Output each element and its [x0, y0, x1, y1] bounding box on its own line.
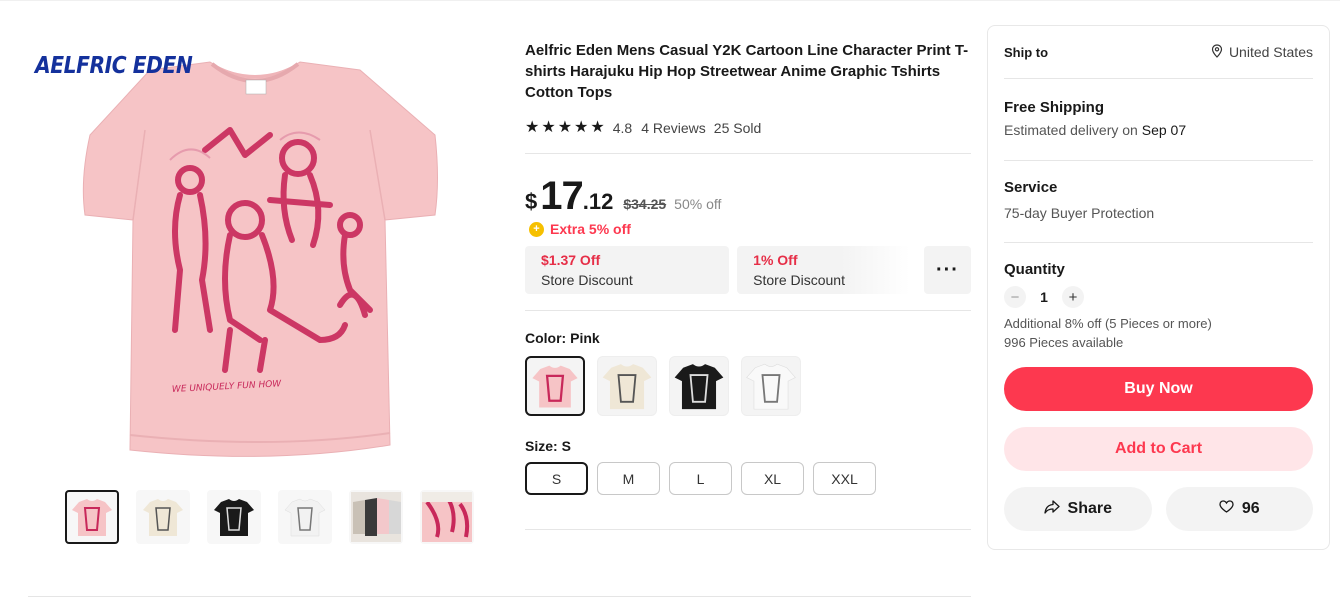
rating-stars: ★ ★ ★ ★ ★ — [525, 120, 605, 136]
ship-to-label: Ship to — [1004, 44, 1049, 60]
coupon-amount: $1.37 Off — [541, 252, 601, 268]
quantity-stepper: − 1 + — [1004, 286, 1313, 308]
size-option-m[interactable]: M — [597, 462, 660, 495]
quantity-value: 1 — [1040, 289, 1048, 305]
wishlist-button[interactable]: 96 — [1165, 487, 1313, 531]
size-option-xl[interactable]: XL — [741, 462, 804, 495]
reviews-link[interactable]: 4 Reviews — [641, 120, 706, 136]
star-icon: ★ — [574, 119, 589, 136]
thumbnail-detail[interactable] — [420, 490, 474, 544]
color-swatch-cream[interactable] — [597, 356, 657, 416]
brand-logo: AELFRIC EDEN — [35, 53, 193, 79]
shipping-section: Free Shipping Estimated delivery on Sep … — [1004, 79, 1313, 160]
location-pin-icon — [1211, 43, 1223, 61]
service-value: 75-day Buyer Protection — [1004, 205, 1155, 221]
bulk-discount-note: Additional 8% off (5 Pieces or more) — [1004, 316, 1212, 331]
bottom-divider — [28, 596, 971, 597]
more-coupons-button[interactable]: ··· — [923, 246, 971, 294]
service-section: Service 75-day Buyer Protection — [1004, 161, 1313, 242]
star-icon: ★ — [525, 119, 540, 136]
delivery-date: Sep 07 — [1141, 122, 1187, 138]
heart-icon — [1219, 500, 1234, 518]
ship-to-country: United States — [1228, 44, 1313, 60]
free-shipping-title: Free Shipping — [1004, 99, 1105, 116]
price-row: $ 17 .12 $34.25 50% off — [525, 174, 971, 219]
ship-to-location[interactable]: United States — [1211, 43, 1313, 61]
thumbnail-white[interactable] — [278, 490, 332, 544]
quantity-decrease-button[interactable]: − — [1004, 286, 1026, 308]
extra-discount-label: Extra 5% off — [550, 221, 631, 237]
action-row: Share 96 — [1004, 487, 1313, 531]
discount-percent: 50% off — [674, 196, 722, 212]
divider — [525, 310, 971, 311]
plus-coin-icon: + — [529, 221, 544, 237]
star-icon: ★ — [557, 119, 573, 136]
size-option-s[interactable]: S — [525, 462, 588, 495]
quantity-section: Quantity − 1 + Additional 8% off (5 Piec… — [1004, 243, 1313, 352]
buy-now-button[interactable]: Buy Now — [1004, 367, 1313, 411]
price-currency: $ — [525, 189, 538, 214]
divider — [525, 153, 971, 154]
wishlist-count: 96 — [1241, 500, 1260, 517]
original-price: $34.25 — [623, 196, 667, 212]
product-info: Aelfric Eden Mens Casual Y2K Cartoon Lin… — [525, 40, 971, 530]
thumbnail-pink[interactable] — [65, 490, 119, 544]
thumbnail-black[interactable] — [207, 490, 261, 544]
product-title: Aelfric Eden Mens Casual Y2K Cartoon Lin… — [525, 42, 969, 101]
buy-box: Ship to United States Free Shipping Esti… — [987, 25, 1330, 550]
quantity-label: Quantity — [1004, 261, 1065, 278]
quantity-increase-button[interactable]: + — [1062, 286, 1084, 308]
price-decimal: .12 — [582, 189, 614, 214]
share-button[interactable]: Share — [1004, 487, 1152, 531]
thumbnail-cream[interactable] — [136, 490, 190, 544]
rating-value: 4.8 — [612, 120, 633, 136]
top-divider — [0, 0, 1340, 1]
size-option-l[interactable]: L — [669, 462, 732, 495]
coupon-row: $1.37 Off Store Discount 1% Off Store Di… — [525, 246, 971, 294]
price-integer: 17 — [540, 174, 583, 218]
coupon-store-discount-1[interactable]: $1.37 Off Store Discount — [525, 246, 730, 294]
delivery-prefix: Estimated delivery on — [1004, 122, 1142, 138]
share-icon — [1043, 499, 1060, 519]
product-gallery: WE UNIQUELY FUN HOW AELFRIC EDEN — [30, 40, 480, 550]
coupon-amount: 1% Off — [753, 252, 798, 268]
color-swatch-black[interactable] — [669, 356, 729, 416]
star-icon: ★ — [590, 119, 605, 136]
thumbnail-group[interactable] — [349, 490, 403, 544]
delivery-estimate: Estimated delivery on Sep 07 — [1004, 122, 1313, 138]
main-product-image[interactable]: WE UNIQUELY FUN HOW — [30, 40, 480, 480]
service-title: Service — [1004, 179, 1058, 196]
color-swatches — [525, 356, 971, 416]
size-label: Size: S — [525, 438, 571, 454]
extra-discount: + Extra 5% off — [529, 221, 971, 237]
star-icon: ★ — [541, 119, 556, 136]
size-option-xxl[interactable]: XXL — [813, 462, 876, 495]
coupon-label: Store Discount — [753, 272, 845, 288]
share-label: Share — [1067, 500, 1112, 517]
color-swatch-pink[interactable] — [525, 356, 585, 416]
color-label: Color: Pink — [525, 330, 600, 346]
add-to-cart-button[interactable]: Add to Cart — [1004, 427, 1313, 471]
rating-row: ★ ★ ★ ★ ★ 4.8 4 Reviews 25 Sold — [525, 120, 971, 137]
size-options: S M L XL XXL — [525, 462, 971, 495]
thumbnail-strip — [65, 490, 474, 544]
color-swatch-white[interactable] — [741, 356, 801, 416]
coupon-label: Store Discount — [541, 272, 633, 288]
ship-to-row[interactable]: Ship to United States — [1004, 26, 1313, 78]
stock-available: 996 Pieces available — [1004, 335, 1124, 350]
sold-count: 25 Sold — [713, 120, 762, 136]
coupon-store-discount-2[interactable]: 1% Off Store Discount — [737, 246, 910, 294]
divider — [525, 529, 971, 530]
